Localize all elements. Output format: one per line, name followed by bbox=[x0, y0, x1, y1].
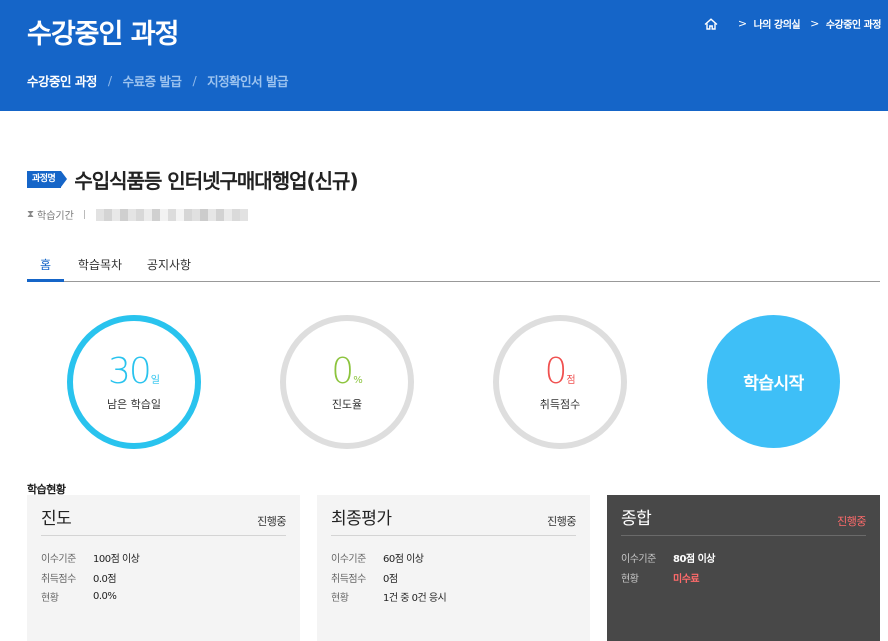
period-value-redacted bbox=[95, 208, 248, 221]
subnav-designation[interactable]: 지정확인서 발급 bbox=[207, 71, 288, 90]
card-status: 진행중 bbox=[837, 515, 866, 528]
final-exam-card: 최종평가 진행중 이수기준 60점 이상 취득점수 0점 현황 1건 중 0건 응시 bbox=[317, 495, 590, 641]
card-row: 현황 미수료 bbox=[621, 568, 866, 588]
card-header: 종합 진행중 bbox=[621, 507, 866, 536]
card-row: 취득점수 0.0점 bbox=[41, 568, 286, 588]
course-heading: 과정명 수입식품등 인터넷구매대행업(신규) bbox=[27, 165, 359, 194]
remaining-days-value: 30 bbox=[107, 351, 152, 392]
card-title: 최종평가 bbox=[331, 509, 392, 529]
row-key: 현황 bbox=[621, 573, 639, 585]
row-key: 이수기준 bbox=[41, 554, 76, 566]
row-key: 현황 bbox=[331, 593, 349, 605]
row-value: 0점 bbox=[383, 573, 398, 585]
sub-navigation: 수강중인 과정 / 수료증 발급 / 지정확인서 발급 bbox=[27, 71, 289, 90]
row-key: 취득점수 bbox=[331, 573, 366, 585]
subnav-courses[interactable]: 수강중인 과정 bbox=[27, 71, 97, 90]
card-status: 진행중 bbox=[547, 515, 576, 528]
chevron-right-icon: > bbox=[810, 17, 819, 30]
score-label: 취득점수 bbox=[539, 398, 581, 411]
divider bbox=[83, 210, 85, 219]
remaining-days-circle: 30일 남은 학습일 bbox=[67, 315, 201, 449]
card-rows: 이수기준 80점 이상 현황 미수료 bbox=[621, 548, 866, 587]
card-row: 현황 1건 중 0건 응시 bbox=[331, 587, 576, 607]
card-row: 현황 0.0% bbox=[41, 587, 286, 607]
progress-card: 진도 진행중 이수기준 100점 이상 취득점수 0.0점 현황 0.0% bbox=[27, 495, 300, 641]
row-key: 이수기준 bbox=[621, 554, 656, 566]
progress-value: 0 bbox=[331, 351, 354, 392]
remaining-days-label: 남은 학습일 bbox=[106, 398, 162, 411]
row-key: 취득점수 bbox=[41, 573, 76, 585]
card-rows: 이수기준 60점 이상 취득점수 0점 현황 1건 중 0건 응시 bbox=[331, 548, 576, 607]
row-key: 현황 bbox=[41, 593, 59, 605]
progress-value-wrap: 0% bbox=[331, 352, 362, 392]
card-row: 이수기준 60점 이상 bbox=[331, 548, 576, 568]
progress-circle: 0% 진도율 bbox=[280, 315, 414, 449]
overall-card: 종합 진행중 이수기준 80점 이상 현황 미수료 bbox=[607, 495, 880, 641]
period-label: 학습기간 bbox=[37, 211, 74, 222]
card-row: 이수기준 100점 이상 bbox=[41, 548, 286, 568]
tab-contents[interactable]: 학습목차 bbox=[64, 254, 136, 282]
tab-home[interactable]: 홈 bbox=[27, 254, 64, 282]
card-row: 이수기준 80점 이상 bbox=[621, 548, 866, 568]
chevron-right-icon: > bbox=[737, 17, 747, 30]
score-unit: 점 bbox=[566, 375, 576, 386]
start-learning-button[interactable]: 학습시작 bbox=[707, 315, 840, 448]
breadcrumb-item-current[interactable]: 수강중인 과정 bbox=[826, 16, 882, 31]
score-value-wrap: 0점 bbox=[544, 352, 575, 392]
course-title: 수입식품등 인터넷구매대행업(신규) bbox=[74, 169, 358, 193]
card-rows: 이수기준 100점 이상 취득점수 0.0점 현황 0.0% bbox=[41, 548, 286, 607]
hourglass-icon: ⧗ bbox=[27, 209, 35, 220]
breadcrumb: > 나의 강의실 > 수강중인 과정 bbox=[704, 16, 882, 31]
progress-label: 진도율 bbox=[331, 398, 363, 411]
score-value: 0 bbox=[544, 351, 567, 392]
subnav-certificate[interactable]: 수료증 발급 bbox=[123, 71, 182, 90]
completion-status: 미수료 bbox=[673, 573, 700, 585]
remaining-days-unit: 일 bbox=[150, 375, 160, 386]
divider: / bbox=[192, 73, 197, 88]
page-title: 수강중인 과정 bbox=[27, 19, 179, 50]
row-value: 1건 중 0건 응시 bbox=[383, 593, 447, 605]
card-header: 진도 진행중 bbox=[41, 507, 286, 536]
breadcrumb-item-classroom[interactable]: 나의 강의실 bbox=[754, 16, 801, 31]
home-icon[interactable] bbox=[704, 17, 718, 30]
course-tag: 과정명 bbox=[27, 171, 68, 188]
page-header: 수강중인 과정 > 나의 강의실 > 수강중인 과정 수강중인 과정 / 수료증… bbox=[0, 0, 888, 111]
row-value: 0.0% bbox=[93, 591, 117, 603]
score-circle: 0점 취득점수 bbox=[493, 315, 627, 449]
course-tabs: 홈 학습목차 공지사항 bbox=[27, 254, 880, 282]
tab-notice[interactable]: 공지사항 bbox=[136, 254, 202, 282]
row-key: 이수기준 bbox=[331, 554, 366, 566]
course-period: ⧗ 학습기간 bbox=[27, 207, 248, 222]
card-title: 진도 bbox=[41, 509, 72, 529]
row-value: 0.0점 bbox=[93, 573, 117, 585]
card-header: 최종평가 진행중 bbox=[331, 507, 576, 536]
row-value: 100점 이상 bbox=[93, 554, 140, 566]
card-row: 취득점수 0점 bbox=[331, 568, 576, 588]
progress-unit: % bbox=[353, 375, 363, 386]
remaining-days-value-wrap: 30일 bbox=[108, 352, 160, 392]
row-value: 80점 이상 bbox=[673, 554, 716, 566]
row-value: 60점 이상 bbox=[383, 554, 424, 566]
card-title: 종합 bbox=[621, 509, 652, 529]
divider: / bbox=[107, 73, 112, 88]
card-status: 진행중 bbox=[257, 515, 286, 528]
